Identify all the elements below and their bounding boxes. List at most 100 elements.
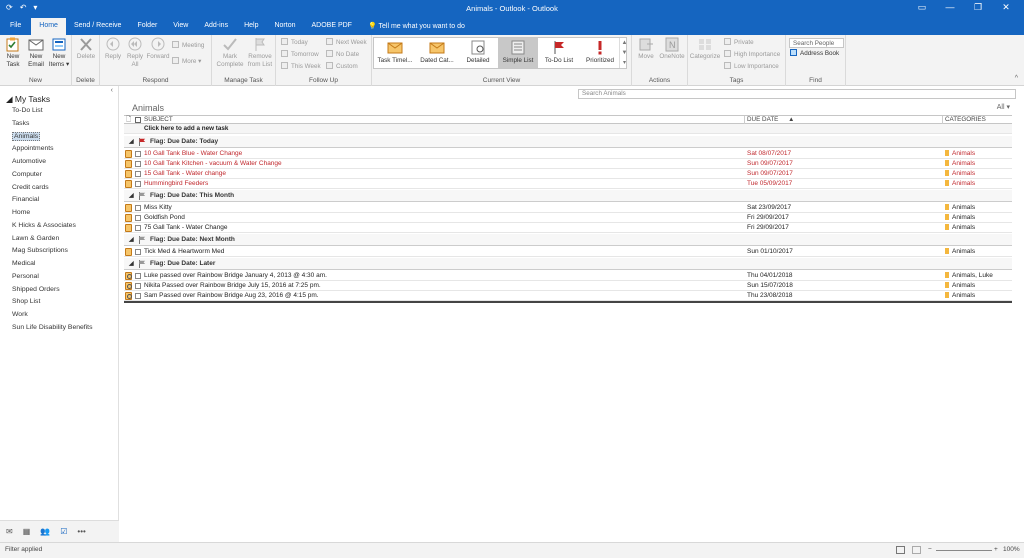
search-people-input[interactable]: Search People — [789, 38, 844, 48]
view-prioritized[interactable]: Prioritized — [580, 38, 620, 68]
sidebar-item-computer[interactable]: Computer — [12, 169, 92, 182]
tab-adobe-pdf[interactable]: ADOBE PDF — [304, 18, 360, 35]
new-task-button[interactable]: New Task — [3, 37, 23, 68]
onenote-button[interactable]: N OneNote — [658, 37, 686, 61]
due-date-column-header[interactable]: DUE DATE ▲ — [744, 116, 942, 124]
complete-checkbox[interactable] — [135, 273, 141, 279]
zoom-out-icon[interactable]: − — [928, 544, 932, 556]
sidebar-item-financial[interactable]: Financial — [12, 194, 92, 207]
reply-button[interactable]: Reply — [102, 37, 124, 61]
normal-view-icon[interactable] — [896, 546, 905, 554]
group-header[interactable]: ◢ Flag: Due Date: This Month — [124, 190, 1012, 202]
sidebar-item-home[interactable]: Home — [12, 207, 92, 220]
flag-custom-button[interactable]: Custom — [326, 62, 358, 71]
sidebar-item-appointments[interactable]: Appointments — [12, 143, 92, 156]
complete-checkbox[interactable] — [135, 293, 141, 299]
view-task-timeline[interactable]: Task Timel... — [374, 38, 416, 68]
complete-checkbox[interactable] — [135, 161, 141, 167]
flag-next-week-button[interactable]: Next Week — [326, 38, 367, 47]
view-detailed[interactable]: Detailed — [458, 38, 498, 68]
sidebar-item-automotive[interactable]: Automotive — [12, 156, 92, 169]
task-row[interactable]: 15 Gall Tank - Water change Sun 09/07/20… — [124, 169, 1012, 179]
type-column-icon[interactable]: 🗋 — [126, 116, 131, 124]
close-button[interactable]: ✕ — [992, 2, 1020, 13]
tab-home[interactable]: Home — [31, 18, 66, 35]
group-expand-icon[interactable]: ◢ — [129, 258, 134, 270]
task-row[interactable]: Hummingbird Feeders Tue 05/09/2017 Anima… — [124, 179, 1012, 189]
task-row[interactable]: Nikita Passed over Rainbow Bridge July 1… — [124, 281, 1012, 291]
collapse-ribbon-icon[interactable]: ^ — [1015, 75, 1018, 82]
sidebar-item-credit-cards[interactable]: Credit cards — [12, 182, 92, 195]
group-expand-icon[interactable]: ◢ — [129, 136, 134, 148]
sidebar-item-shipped-orders[interactable]: Shipped Orders — [12, 284, 92, 297]
people-icon[interactable]: 👥 — [40, 527, 50, 536]
reading-view-icon[interactable] — [912, 546, 921, 554]
tasks-icon[interactable]: ☑ — [60, 527, 67, 536]
tab-help[interactable]: Help — [236, 18, 266, 35]
delete-button[interactable]: Delete — [74, 37, 98, 61]
complete-column-icon[interactable] — [135, 117, 141, 123]
sidebar-item-lawn-garden[interactable]: Lawn & Garden — [12, 233, 92, 246]
flag-this-week-button[interactable]: This Week — [281, 62, 321, 71]
group-header[interactable]: ◢ Flag: Due Date: Today — [124, 136, 1012, 148]
sidebar-item-k-hicks-associates[interactable]: K Hicks & Associates — [12, 220, 92, 233]
zoom-slider[interactable] — [936, 550, 992, 551]
low-importance-button[interactable]: Low Importance — [724, 62, 779, 71]
complete-checkbox[interactable] — [135, 181, 141, 187]
tab-add-ins[interactable]: Add-ins — [196, 18, 236, 35]
sidebar-item-work[interactable]: Work — [12, 309, 92, 322]
tab-file[interactable]: File — [0, 18, 31, 35]
sidebar-item-mag-subscriptions[interactable]: Mag Subscriptions — [12, 245, 92, 258]
view-simple-list[interactable]: Simple List — [498, 38, 538, 68]
tab-norton[interactable]: Norton — [266, 18, 303, 35]
complete-checkbox[interactable] — [135, 205, 141, 211]
search-animals-input[interactable]: Search Animals — [578, 89, 1016, 99]
calendar-icon[interactable]: ▦ — [23, 527, 31, 536]
filter-dropdown[interactable]: All ▾ — [997, 103, 1010, 111]
remove-from-list-button[interactable]: Remove from List — [245, 37, 275, 68]
sidebar-item-sun-life-disability-benefits[interactable]: Sun Life Disability Benefits — [12, 322, 92, 335]
address-book-button[interactable]: Address Book — [790, 49, 839, 58]
flag-tomorrow-button[interactable]: Tomorrow — [281, 50, 319, 59]
tab-send-receive[interactable]: Send / Receive — [66, 18, 129, 35]
task-row[interactable]: Tick Med & Heartworm Med Sun 01/10/2017 … — [124, 247, 1012, 257]
subject-column-header[interactable]: SUBJECT — [144, 116, 173, 124]
complete-checkbox[interactable] — [135, 215, 141, 221]
complete-checkbox[interactable] — [135, 151, 141, 157]
tab-folder[interactable]: Folder — [129, 18, 165, 35]
more-respond-button[interactable]: More ▾ — [172, 57, 201, 66]
task-row[interactable]: 10 Gall Tank Kitchen - vacuum & Water Ch… — [124, 159, 1012, 169]
mail-icon[interactable]: ✉ — [6, 527, 13, 536]
complete-checkbox[interactable] — [135, 225, 141, 231]
collapse-folder-pane-icon[interactable]: ‹ — [111, 87, 113, 94]
sidebar-item-animals[interactable]: Animals — [12, 131, 92, 144]
categories-column-header[interactable]: CATEGORIES — [942, 116, 986, 124]
my-tasks-header[interactable]: ◢ My Tasks — [6, 94, 50, 105]
sidebar-item-tasks[interactable]: Tasks — [12, 118, 92, 131]
private-button[interactable]: Private — [724, 38, 754, 47]
gallery-scroll[interactable]: ▲ ▼ ▾ — [619, 38, 629, 68]
flag-today-button[interactable]: Today — [281, 38, 308, 47]
meeting-button[interactable]: Meeting — [172, 41, 204, 50]
reply-all-button[interactable]: Reply All — [124, 37, 146, 68]
new-task-row[interactable]: Click here to add a new task — [124, 124, 1012, 134]
more-apps-icon[interactable]: ••• — [77, 527, 85, 536]
mark-complete-button[interactable]: Mark Complete — [215, 37, 245, 68]
group-header[interactable]: ◢ Flag: Due Date: Next Month — [124, 234, 1012, 246]
task-row[interactable]: Goldfish Pond Fri 29/09/2017 Animals — [124, 213, 1012, 223]
tab-view[interactable]: View — [165, 18, 196, 35]
sidebar-item-to-do-list[interactable]: To-Do List — [12, 105, 92, 118]
task-row[interactable]: 75 Gall Tank - Water Change Fri 29/09/20… — [124, 223, 1012, 233]
group-expand-icon[interactable]: ◢ — [129, 190, 134, 202]
minimize-button[interactable]: — — [936, 2, 964, 13]
sidebar-item-shop-list[interactable]: Shop List — [12, 296, 92, 309]
sidebar-item-medical[interactable]: Medical — [12, 258, 92, 271]
high-importance-button[interactable]: High Importance — [724, 50, 780, 59]
move-button[interactable]: Move — [634, 37, 658, 61]
view-to-do-list[interactable]: To-Do List — [538, 38, 580, 68]
group-expand-icon[interactable]: ◢ — [129, 234, 134, 246]
task-row[interactable]: Miss Kitty Sat 23/09/2017 Animals — [124, 203, 1012, 213]
new-email-button[interactable]: New Email — [25, 37, 47, 68]
task-row[interactable]: Sam Passed over Rainbow Bridge Aug 23, 2… — [124, 291, 1012, 301]
group-header[interactable]: ◢ Flag: Due Date: Later — [124, 258, 1012, 270]
